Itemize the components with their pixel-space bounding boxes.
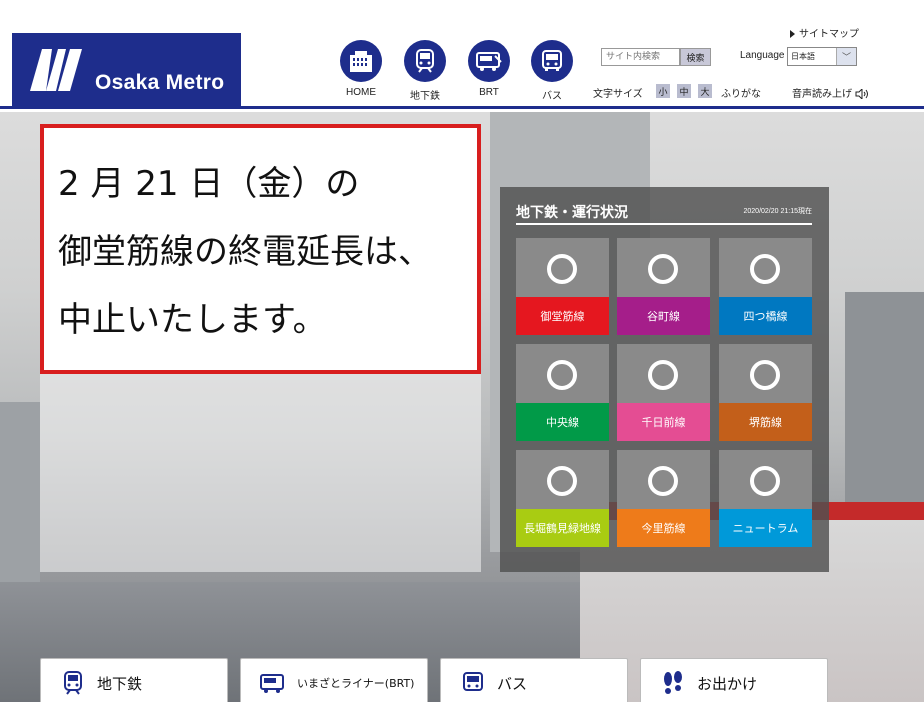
notice-box[interactable]: 2 月 21 日（金）の 御堂筋線の終電延長は、 中止いたします。	[40, 124, 481, 374]
line-status-yotsubashi[interactable]: 四つ橋線	[719, 238, 812, 335]
line-name: ニュートラム	[719, 509, 812, 547]
notice-line: 2 月 21 日（金）の	[58, 164, 360, 204]
card-bus[interactable]: バス	[440, 658, 628, 702]
status-normal-circle-icon	[547, 466, 577, 496]
status-title: 地下鉄・運行状況	[516, 205, 628, 221]
card-outing[interactable]: お出かけ	[640, 658, 828, 702]
font-size-large-button[interactable]: 大	[698, 84, 712, 98]
nav-brt-button[interactable]: BRT	[459, 40, 519, 102]
metro-m-logo-icon	[30, 49, 82, 91]
site-header: Osaka Metro HOME 地下鉄 BRT バス サイトマップ 検索 La…	[0, 0, 924, 112]
background-building	[0, 402, 40, 592]
search-button[interactable]: 検索	[680, 48, 711, 66]
language-label: Language	[740, 50, 785, 61]
line-status-midosuji[interactable]: 御堂筋線	[516, 238, 609, 335]
line-status-tanimachi[interactable]: 谷町線	[617, 238, 710, 335]
line-name: 千日前線	[617, 403, 710, 441]
font-size-small-button[interactable]: 小	[656, 84, 670, 98]
nav-brt-label: BRT	[479, 87, 499, 98]
nav-home-button[interactable]: HOME	[331, 40, 391, 102]
line-name: 長堀鶴見緑地線	[516, 509, 609, 547]
status-normal-circle-icon	[648, 466, 678, 496]
bus-icon	[531, 40, 573, 82]
status-normal-circle-icon	[648, 254, 678, 284]
card-subway[interactable]: 地下鉄	[40, 658, 228, 702]
furigana-toggle[interactable]: ふりがな	[721, 85, 761, 100]
font-size-label: 文字サイズ	[593, 89, 643, 100]
line-status-chuo[interactable]: 中央線	[516, 344, 609, 441]
language-selected-value: 日本語	[791, 52, 815, 61]
line-name: 谷町線	[617, 297, 710, 335]
card-label: バス	[497, 674, 528, 693]
brt-bus-icon	[259, 669, 287, 697]
card-label: お出かけ	[697, 674, 758, 693]
brt-bus-icon	[468, 40, 510, 82]
status-normal-circle-icon	[547, 360, 577, 390]
card-brt[interactable]: いまざとライナー(BRT)	[240, 658, 428, 702]
chevron-down-icon: ﹀	[836, 48, 856, 65]
read-aloud-button[interactable]: 音声読み上げ	[792, 85, 869, 101]
footprints-icon	[659, 669, 687, 697]
line-status-sennichimae[interactable]: 千日前線	[617, 344, 710, 441]
train-icon	[59, 669, 87, 697]
nav-subway-button[interactable]: 地下鉄	[395, 40, 455, 102]
nav-bus-label: バス	[542, 91, 562, 102]
notice-line: 中止いたします。	[58, 300, 327, 340]
train-icon	[404, 40, 446, 82]
line-name: 堺筋線	[719, 403, 812, 441]
site-search-input[interactable]	[601, 48, 680, 66]
speaker-icon	[855, 87, 869, 101]
line-status-new-tram[interactable]: ニュートラム	[719, 450, 812, 547]
status-normal-circle-icon	[750, 360, 780, 390]
sitemap-label: サイトマップ	[799, 29, 859, 40]
line-name: 四つ橋線	[719, 297, 812, 335]
status-normal-circle-icon	[750, 466, 780, 496]
notice-line: 御堂筋線の終電延長は、	[58, 232, 432, 272]
read-aloud-label: 音声読み上げ	[792, 89, 852, 100]
status-normal-circle-icon	[547, 254, 577, 284]
sitemap-link[interactable]: サイトマップ	[790, 25, 859, 40]
line-name: 御堂筋線	[516, 297, 609, 335]
bus-icon	[459, 669, 487, 697]
status-divider	[516, 223, 812, 225]
triangle-right-icon	[790, 30, 795, 38]
nav-home-label: HOME	[346, 87, 376, 98]
card-label: いまざとライナー(BRT)	[297, 677, 415, 690]
status-timestamp: 2020/02/20 21:15現在	[743, 208, 813, 215]
status-normal-circle-icon	[648, 360, 678, 390]
nav-bus-button[interactable]: バス	[522, 40, 582, 102]
logo-text: Osaka Metro	[95, 71, 225, 94]
nav-subway-label: 地下鉄	[410, 91, 440, 102]
line-name: 中央線	[516, 403, 609, 441]
font-size-medium-button[interactable]: 中	[677, 84, 691, 98]
card-label: 地下鉄	[97, 674, 143, 693]
status-normal-circle-icon	[750, 254, 780, 284]
building-icon	[340, 40, 382, 82]
line-status-sakaisuji[interactable]: 堺筋線	[719, 344, 812, 441]
osaka-metro-logo[interactable]: Osaka Metro	[12, 33, 241, 107]
language-select[interactable]: 日本語 ﹀	[787, 47, 857, 66]
line-status-nagahori-tsurumi-ryokuchi[interactable]: 長堀鶴見緑地線	[516, 450, 609, 547]
line-status-imazatosuji[interactable]: 今里筋線	[617, 450, 710, 547]
header-divider	[0, 106, 924, 109]
line-name: 今里筋線	[617, 509, 710, 547]
